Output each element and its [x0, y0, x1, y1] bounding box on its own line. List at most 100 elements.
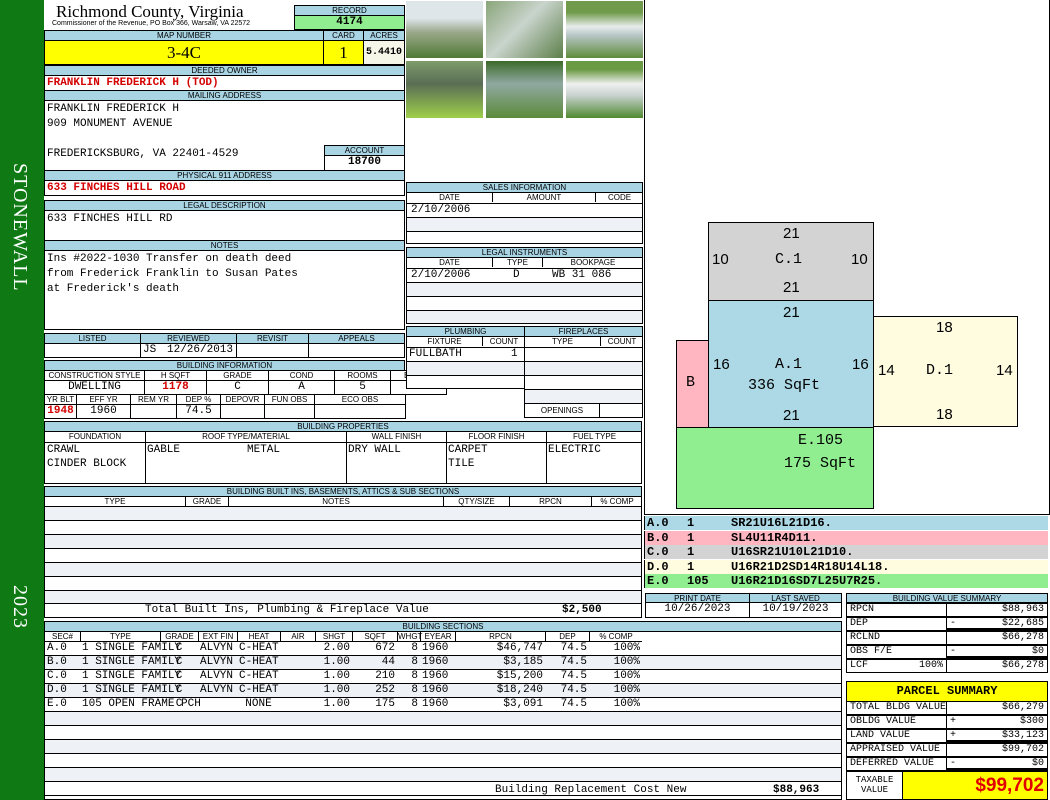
sections-cell: 1.00	[323, 656, 350, 668]
legend-section: D.0	[647, 559, 669, 574]
b-label: B	[686, 374, 696, 391]
photo-3[interactable]	[565, 0, 644, 59]
land-label: LAND VALUE	[846, 729, 947, 743]
sections-col-header: DEP	[545, 632, 589, 642]
mailing-line2: 909 MONUMENT AVENUE	[47, 118, 173, 130]
rclnd-value: $66,278	[946, 631, 1048, 645]
sections-cell: $46,747	[496, 642, 543, 654]
notes: Ins #2022-1030 Transfer on death deed fr…	[44, 250, 405, 330]
a-top-dim: 21	[783, 304, 800, 321]
sections-cell: 210	[375, 670, 395, 682]
record-value: 4174	[294, 15, 405, 30]
legend-code: 1	[687, 559, 695, 574]
builtins-table: TYPE GRADE NOTES QTY/SIZE RPCN % COMP	[44, 496, 642, 604]
sales-table: DATE AMOUNT CODE 2/10/2006	[406, 192, 643, 244]
fuel-type: ELECTRIC	[548, 444, 601, 456]
lcf-label: LCF	[850, 660, 869, 671]
sections-col-header: WHGT	[397, 632, 423, 642]
reviewer: JS	[143, 344, 157, 356]
legal-description: 633 FINCHES HILL RD	[47, 213, 173, 225]
fp-count-col: COUNT	[600, 337, 642, 346]
bi-comp-col: % COMP	[591, 497, 641, 506]
building-info-value: 74.5	[176, 404, 221, 419]
building-info-value: 5	[334, 380, 391, 395]
instr-type-col: TYPE	[492, 258, 542, 267]
obldg-label: OBLDG VALUE	[846, 715, 947, 729]
sections-col-header: GRADE	[160, 632, 198, 642]
sections-cell: 1960	[422, 684, 449, 696]
sections-cell: ALVYN	[200, 642, 234, 654]
sketch-section-b[interactable]: B	[676, 340, 709, 428]
bi-grade-col: GRADE	[185, 497, 228, 506]
instr-type: D	[513, 269, 520, 281]
sections-cell: E.0	[47, 698, 67, 710]
sections-cell: C	[175, 698, 183, 710]
bi-type-col: TYPE	[104, 497, 126, 506]
sections-cell: 100%	[613, 698, 640, 710]
photo-2[interactable]	[485, 0, 564, 59]
instr-date: 2/10/2006	[411, 269, 471, 281]
a-label: A.1	[775, 356, 803, 373]
building-info-value	[220, 404, 265, 419]
sections-cell: $15,200	[496, 670, 543, 682]
photo-5[interactable]	[485, 60, 564, 119]
legend-row: D.0 1 U16R21D2SD14R18U14L18.	[644, 559, 1048, 574]
photo-4[interactable]	[405, 60, 484, 119]
appraised-label: APPRAISED VALUE	[846, 743, 947, 757]
sections-row	[45, 782, 841, 796]
instr-date-col: DATE	[439, 258, 460, 267]
sketch-section-e[interactable]: E.105 175 SqFt	[676, 427, 874, 509]
sketch-section-a[interactable]: 21 21 16 16 A.1 336 SqFt	[708, 300, 874, 428]
replacement-cost-label: Building Replacement Cost New	[495, 784, 687, 796]
legend-section: C.0	[647, 545, 669, 559]
total-bldg-value: $66,279	[946, 701, 1048, 715]
land-value: $33,123	[1001, 730, 1044, 741]
sections-row	[45, 754, 841, 768]
roof-col: ROOF TYPE/MATERIAL	[145, 432, 346, 442]
sketch-section-d[interactable]: 18 18 14 14 D.1	[873, 316, 1018, 427]
foundation-1: CRAWL	[47, 444, 81, 456]
wall-finish: DRY WALL	[348, 444, 401, 456]
sections-cell: 1.00	[323, 670, 350, 682]
sections-cell: D.0	[47, 684, 67, 696]
openings-label: OPENINGS	[525, 404, 600, 417]
parcel-summary-header: PARCEL SUMMARY	[846, 681, 1048, 702]
sections-cell: 100%	[613, 656, 640, 668]
sidebar: STONEWALL 2023	[0, 0, 44, 800]
obs-value: $0	[1031, 646, 1044, 657]
building-info-value	[130, 404, 177, 419]
lcf-pct: 100%	[918, 660, 943, 671]
legend-section: A.0	[647, 516, 669, 530]
floor-col: FLOOR FINISH	[446, 432, 546, 442]
building-info-value: DWELLING	[44, 380, 145, 395]
legend-path: SR21U16L21D16.	[731, 516, 832, 530]
sections-cell: 100%	[613, 642, 640, 654]
sketch-section-c[interactable]: 21 21 10 10 C.1	[708, 222, 874, 301]
fixture-col: FIXTURE	[427, 337, 462, 346]
sections-cell: 74.5	[560, 642, 587, 654]
sections-cell: C-HEAT	[239, 670, 279, 682]
sections-cell: 1 SINGLE FAMILY	[82, 642, 182, 654]
sections-cell: C	[175, 642, 183, 654]
roof-type: GABLE	[147, 444, 181, 456]
sections-cell: ALVYN	[200, 656, 234, 668]
photo-1[interactable]	[405, 0, 484, 59]
foundation-2: CINDER BLOCK	[47, 458, 127, 470]
sections-cell: C.0	[47, 670, 67, 682]
sales-date-col: DATE	[439, 193, 460, 202]
legend-section: E.0	[647, 574, 669, 588]
replacement-cost-value: $88,963	[773, 784, 820, 796]
fixture-count: 1	[511, 348, 518, 360]
photo-6[interactable]	[565, 60, 644, 119]
sections-cell: C-HEAT	[239, 642, 279, 654]
a-left-dim: 16	[713, 356, 730, 373]
building-info-value	[264, 404, 315, 419]
sections-cell: C	[175, 670, 183, 682]
sections-cell: 74.5	[560, 698, 587, 710]
sections-cell: C	[175, 656, 183, 668]
legend-code: 1	[687, 516, 695, 530]
count-col: COUNT	[482, 337, 524, 346]
d-label: D.1	[926, 362, 954, 379]
fp-type-col: TYPE	[552, 337, 573, 346]
dep-sign: -	[950, 618, 957, 629]
